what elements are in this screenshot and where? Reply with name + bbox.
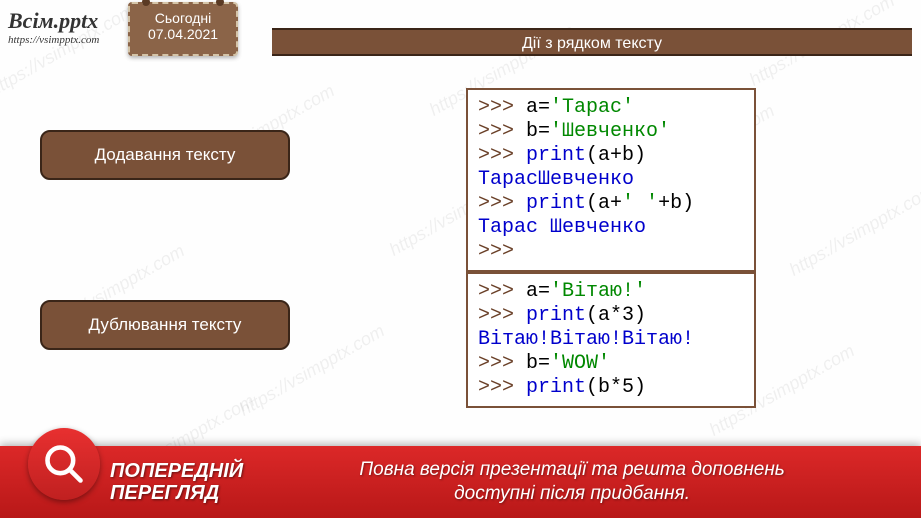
preview-label: ПОПЕРЕДНІЙ ПЕРЕГЛЯД bbox=[110, 460, 243, 504]
watermark-layer: https://vsimpptx.com https://vsimpptx.co… bbox=[0, 0, 921, 518]
code-block-repeat: >>> a='Вітаю!' >>> print(a*3) Вітаю!Віта… bbox=[466, 272, 756, 408]
preview-message: Повна версія презентації та решта доповн… bbox=[243, 458, 921, 506]
logo: Всім.pptx https://vsimpptx.com bbox=[8, 8, 99, 46]
date-value: 07.04.2021 bbox=[134, 26, 232, 42]
preview-banner: ПОПЕРЕДНІЙ ПЕРЕГЛЯД Повна версія презент… bbox=[0, 446, 921, 518]
label-dup-text: Дублювання тексту bbox=[40, 300, 290, 350]
slide-title: Дії з рядком тексту bbox=[272, 28, 912, 56]
label-add-text: Додавання тексту bbox=[40, 130, 290, 180]
logo-url: https://vsimpptx.com bbox=[8, 34, 99, 46]
date-tag: Сьогодні 07.04.2021 bbox=[128, 2, 238, 56]
magnifier-icon bbox=[28, 428, 100, 500]
date-label: Сьогодні bbox=[134, 10, 232, 26]
logo-name: Всім.pptx bbox=[8, 8, 99, 34]
code-block-concat: >>> a='Тарас' >>> b='Шевченко' >>> print… bbox=[466, 88, 756, 272]
